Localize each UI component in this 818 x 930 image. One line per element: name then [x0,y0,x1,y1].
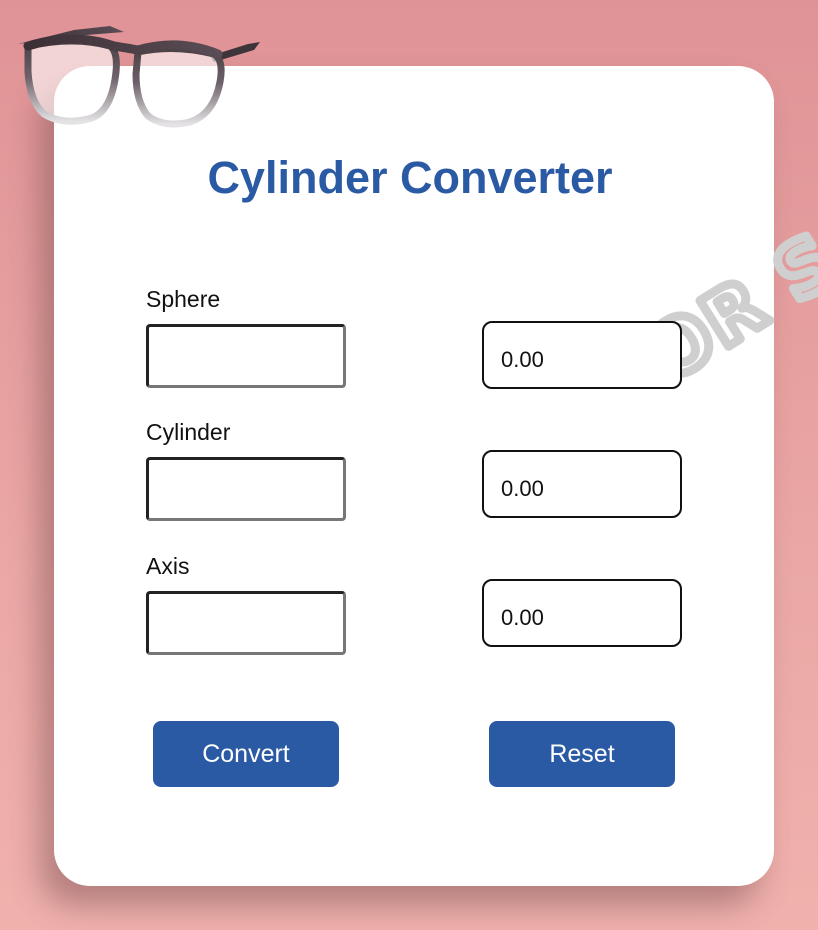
axis-input[interactable] [146,591,346,655]
reset-button[interactable]: Reset [489,721,675,787]
page-title: Cylinder Converter [207,152,613,203]
axis-label: Axis [146,553,190,579]
eyeglasses-icon [18,26,260,128]
cylinder-label: Cylinder [146,419,231,445]
sphere-result: 0.00 [482,321,682,389]
sphere-input[interactable] [146,324,346,388]
converter-card: FOR SCUM Cylinder Converter Sphere 0.00 … [54,66,818,886]
convert-button[interactable]: Convert [153,721,339,787]
cylinder-input[interactable] [146,457,346,521]
cylinder-result: 0.00 [482,450,682,518]
sphere-label: Sphere [146,286,221,312]
axis-result: 0.00 [482,579,682,647]
